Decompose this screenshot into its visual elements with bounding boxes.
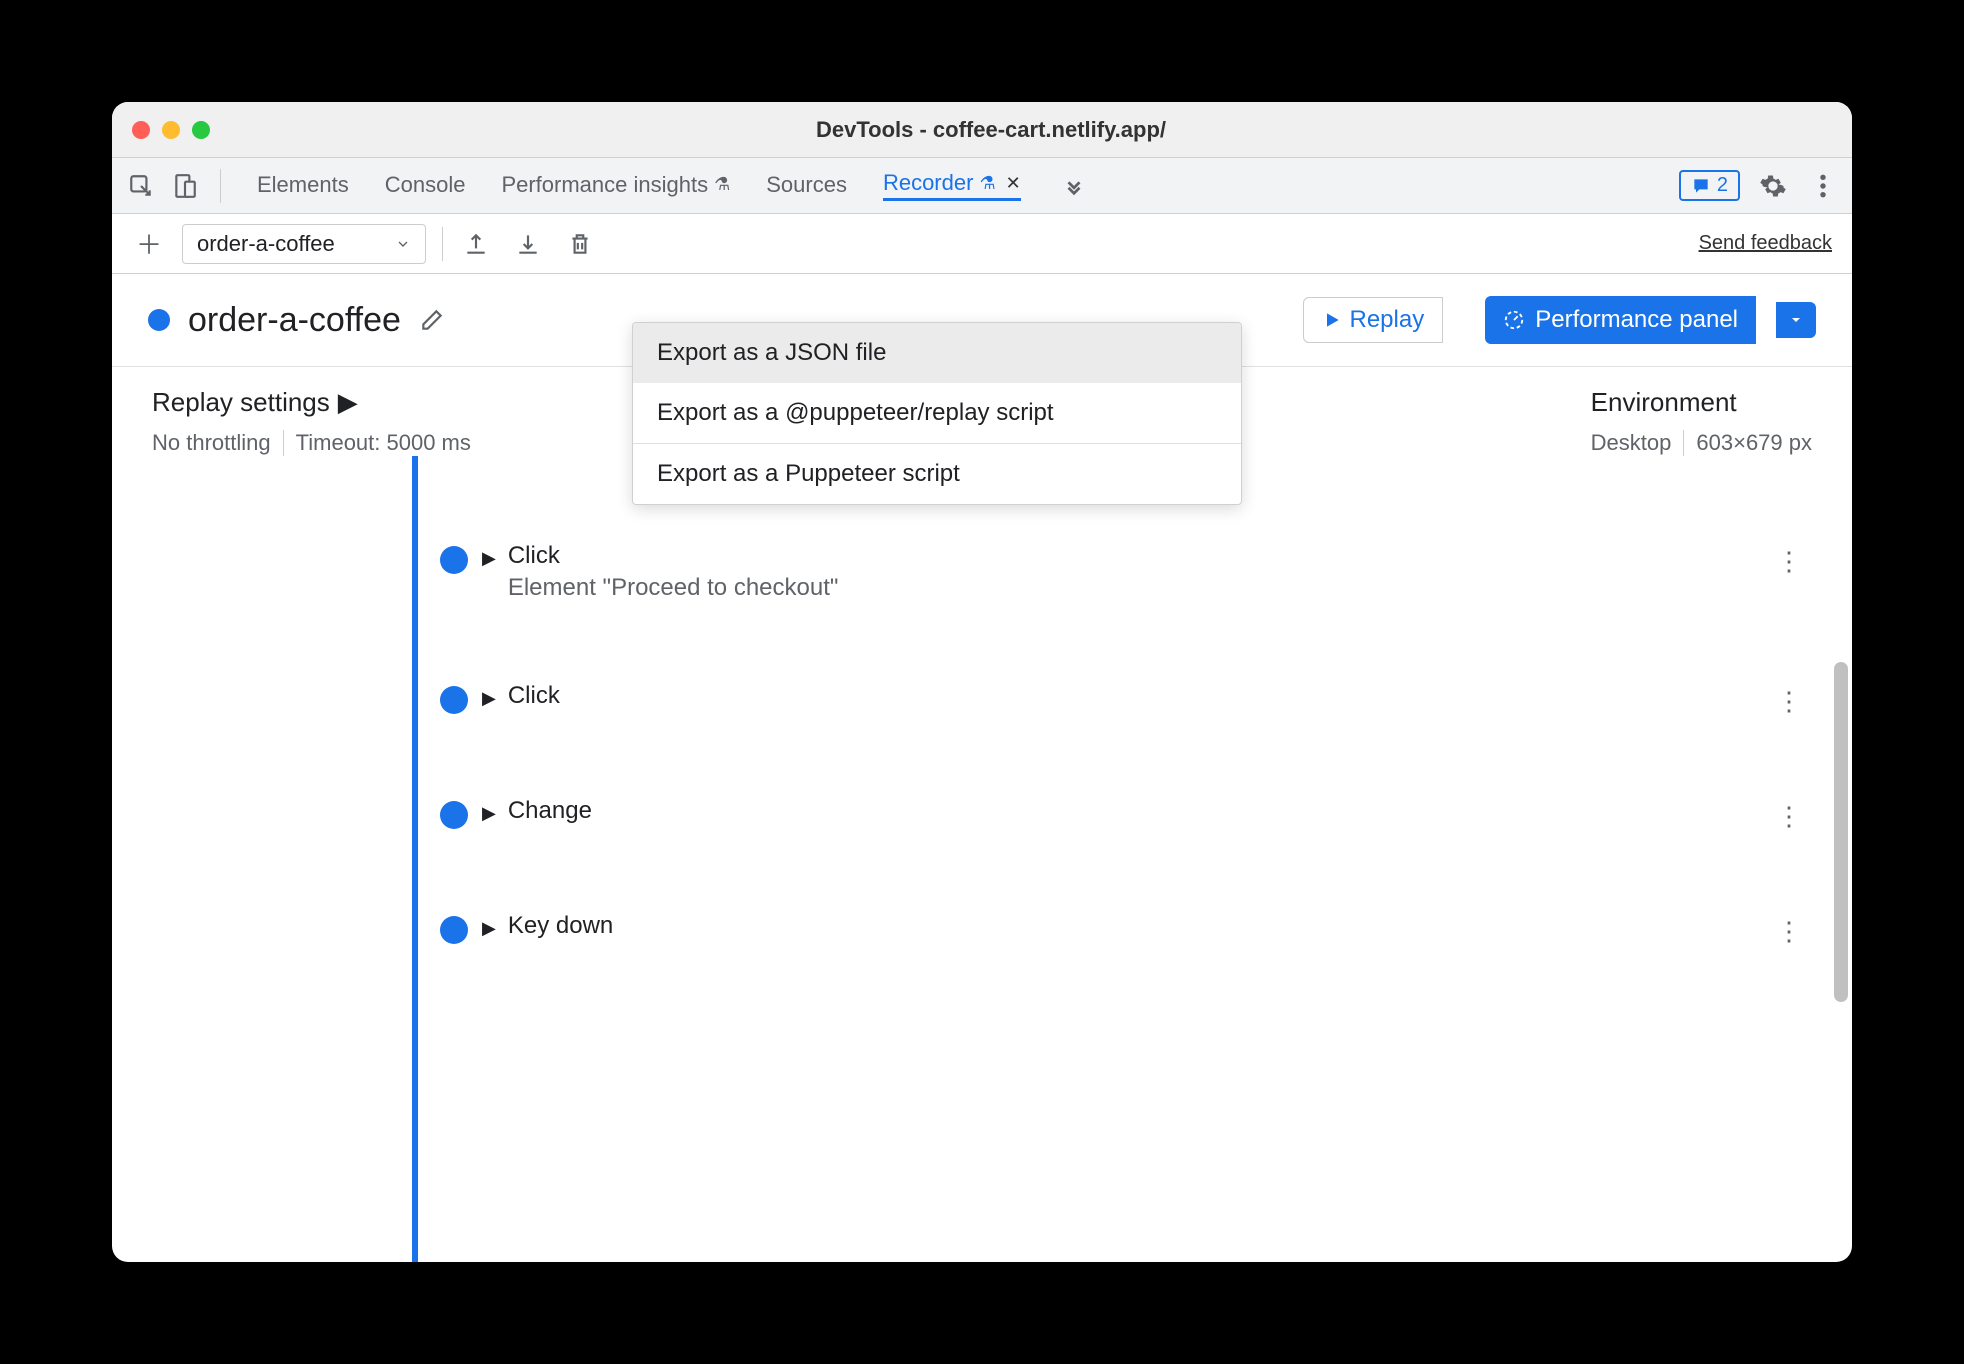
device-toolbar-icon[interactable] — [168, 169, 202, 203]
caret-down-icon — [1788, 312, 1804, 328]
record-indicator-icon — [148, 309, 170, 331]
maximize-window-button[interactable] — [192, 121, 210, 139]
replay-settings-toggle[interactable]: Replay settings ▶ — [152, 387, 471, 418]
divider — [283, 430, 284, 456]
settings-gear-icon[interactable] — [1756, 169, 1790, 203]
titlebar: DevTools - coffee-cart.netlify.app/ — [112, 102, 1852, 158]
viewport-value: 603×679 px — [1696, 430, 1812, 456]
step-item[interactable]: ▶ Key down ⋮ — [412, 892, 1812, 967]
caret-right-icon[interactable]: ▶ — [482, 803, 496, 824]
send-feedback-link[interactable]: Send feedback — [1699, 232, 1832, 255]
step-dot-icon — [440, 686, 468, 714]
recording-select[interactable]: order-a-coffee — [182, 224, 426, 264]
tab-elements[interactable]: Elements — [257, 172, 349, 200]
caret-right-icon[interactable]: ▶ — [482, 688, 496, 709]
step-kebab-menu[interactable]: ⋮ — [1776, 801, 1802, 832]
environment-title: Environment — [1591, 387, 1812, 418]
caret-right-icon: ▶ — [338, 387, 358, 418]
step-description: Element "Proceed to checkout" — [508, 574, 1776, 602]
recording-select-value: order-a-coffee — [197, 231, 335, 257]
devtools-window: DevTools - coffee-cart.netlify.app/ Elem… — [112, 102, 1852, 1262]
step-label: Click — [508, 542, 1776, 570]
step-label: Change — [508, 797, 1776, 825]
kebab-menu-icon[interactable] — [1806, 169, 1840, 203]
traffic-lights — [132, 121, 210, 139]
flask-icon: ⚗ — [979, 173, 995, 194]
tab-console[interactable]: Console — [385, 172, 466, 200]
export-puppeteer-option[interactable]: Export as a Puppeteer script — [633, 444, 1241, 504]
window-title: DevTools - coffee-cart.netlify.app/ — [210, 117, 1772, 143]
performance-panel-dropdown[interactable] — [1776, 302, 1816, 338]
export-puppeteer-replay-option[interactable]: Export as a @puppeteer/replay script — [633, 383, 1241, 443]
step-label: Click — [508, 682, 1776, 710]
divider — [1683, 430, 1684, 456]
delete-button[interactable] — [563, 227, 597, 261]
tab-performance-insights[interactable]: Performance insights⚗ — [501, 172, 730, 200]
replay-button[interactable]: Replay — [1303, 297, 1444, 343]
export-button[interactable] — [459, 227, 493, 261]
step-kebab-menu[interactable]: ⋮ — [1776, 546, 1802, 577]
edit-title-button[interactable] — [419, 307, 445, 333]
devtools-tab-bar: Elements Console Performance insights⚗ S… — [112, 158, 1852, 214]
new-recording-button[interactable]: ＋ — [132, 227, 166, 261]
step-item[interactable]: ▶ Change ⋮ — [412, 777, 1812, 852]
scrollbar-thumb[interactable] — [1834, 662, 1848, 1002]
more-tabs-icon[interactable] — [1057, 169, 1091, 203]
device-value: Desktop — [1591, 430, 1672, 456]
export-json-option[interactable]: Export as a JSON file — [633, 323, 1241, 383]
steps-area: ▶ Click Element "Proceed to checkout" ⋮ … — [112, 456, 1852, 1262]
tab-recorder[interactable]: Recorder⚗✕ — [883, 170, 1021, 201]
step-item[interactable]: ▶ Click Element "Proceed to checkout" ⋮ — [412, 522, 1812, 622]
import-button[interactable] — [511, 227, 545, 261]
timeout-value: Timeout: 5000 ms — [296, 430, 471, 456]
step-kebab-menu[interactable]: ⋮ — [1776, 686, 1802, 717]
inspect-element-icon[interactable] — [124, 169, 158, 203]
flask-icon: ⚗ — [714, 174, 730, 195]
step-dot-icon — [440, 546, 468, 574]
performance-panel-button[interactable]: Performance panel — [1485, 296, 1756, 344]
step-kebab-menu[interactable]: ⋮ — [1776, 916, 1802, 947]
chevron-down-icon — [395, 236, 411, 252]
tab-sources[interactable]: Sources — [766, 172, 847, 200]
recorder-toolbar: ＋ order-a-coffee Send feedback — [112, 214, 1852, 274]
close-window-button[interactable] — [132, 121, 150, 139]
caret-right-icon[interactable]: ▶ — [482, 548, 496, 569]
step-label: Key down — [508, 912, 1776, 940]
play-icon — [1322, 310, 1342, 330]
caret-right-icon[interactable]: ▶ — [482, 918, 496, 939]
issues-badge[interactable]: 2 — [1679, 170, 1740, 201]
step-dot-icon — [440, 801, 468, 829]
step-dot-icon — [440, 916, 468, 944]
recording-title: order-a-coffee — [188, 301, 401, 340]
gauge-icon — [1503, 309, 1525, 331]
issues-count: 2 — [1717, 174, 1728, 197]
throttling-value: No throttling — [152, 430, 271, 456]
step-item[interactable]: ▶ Click ⋮ — [412, 662, 1812, 737]
export-menu: Export as a JSON file Export as a @puppe… — [632, 322, 1242, 505]
minimize-window-button[interactable] — [162, 121, 180, 139]
close-tab-icon[interactable]: ✕ — [1006, 173, 1021, 194]
